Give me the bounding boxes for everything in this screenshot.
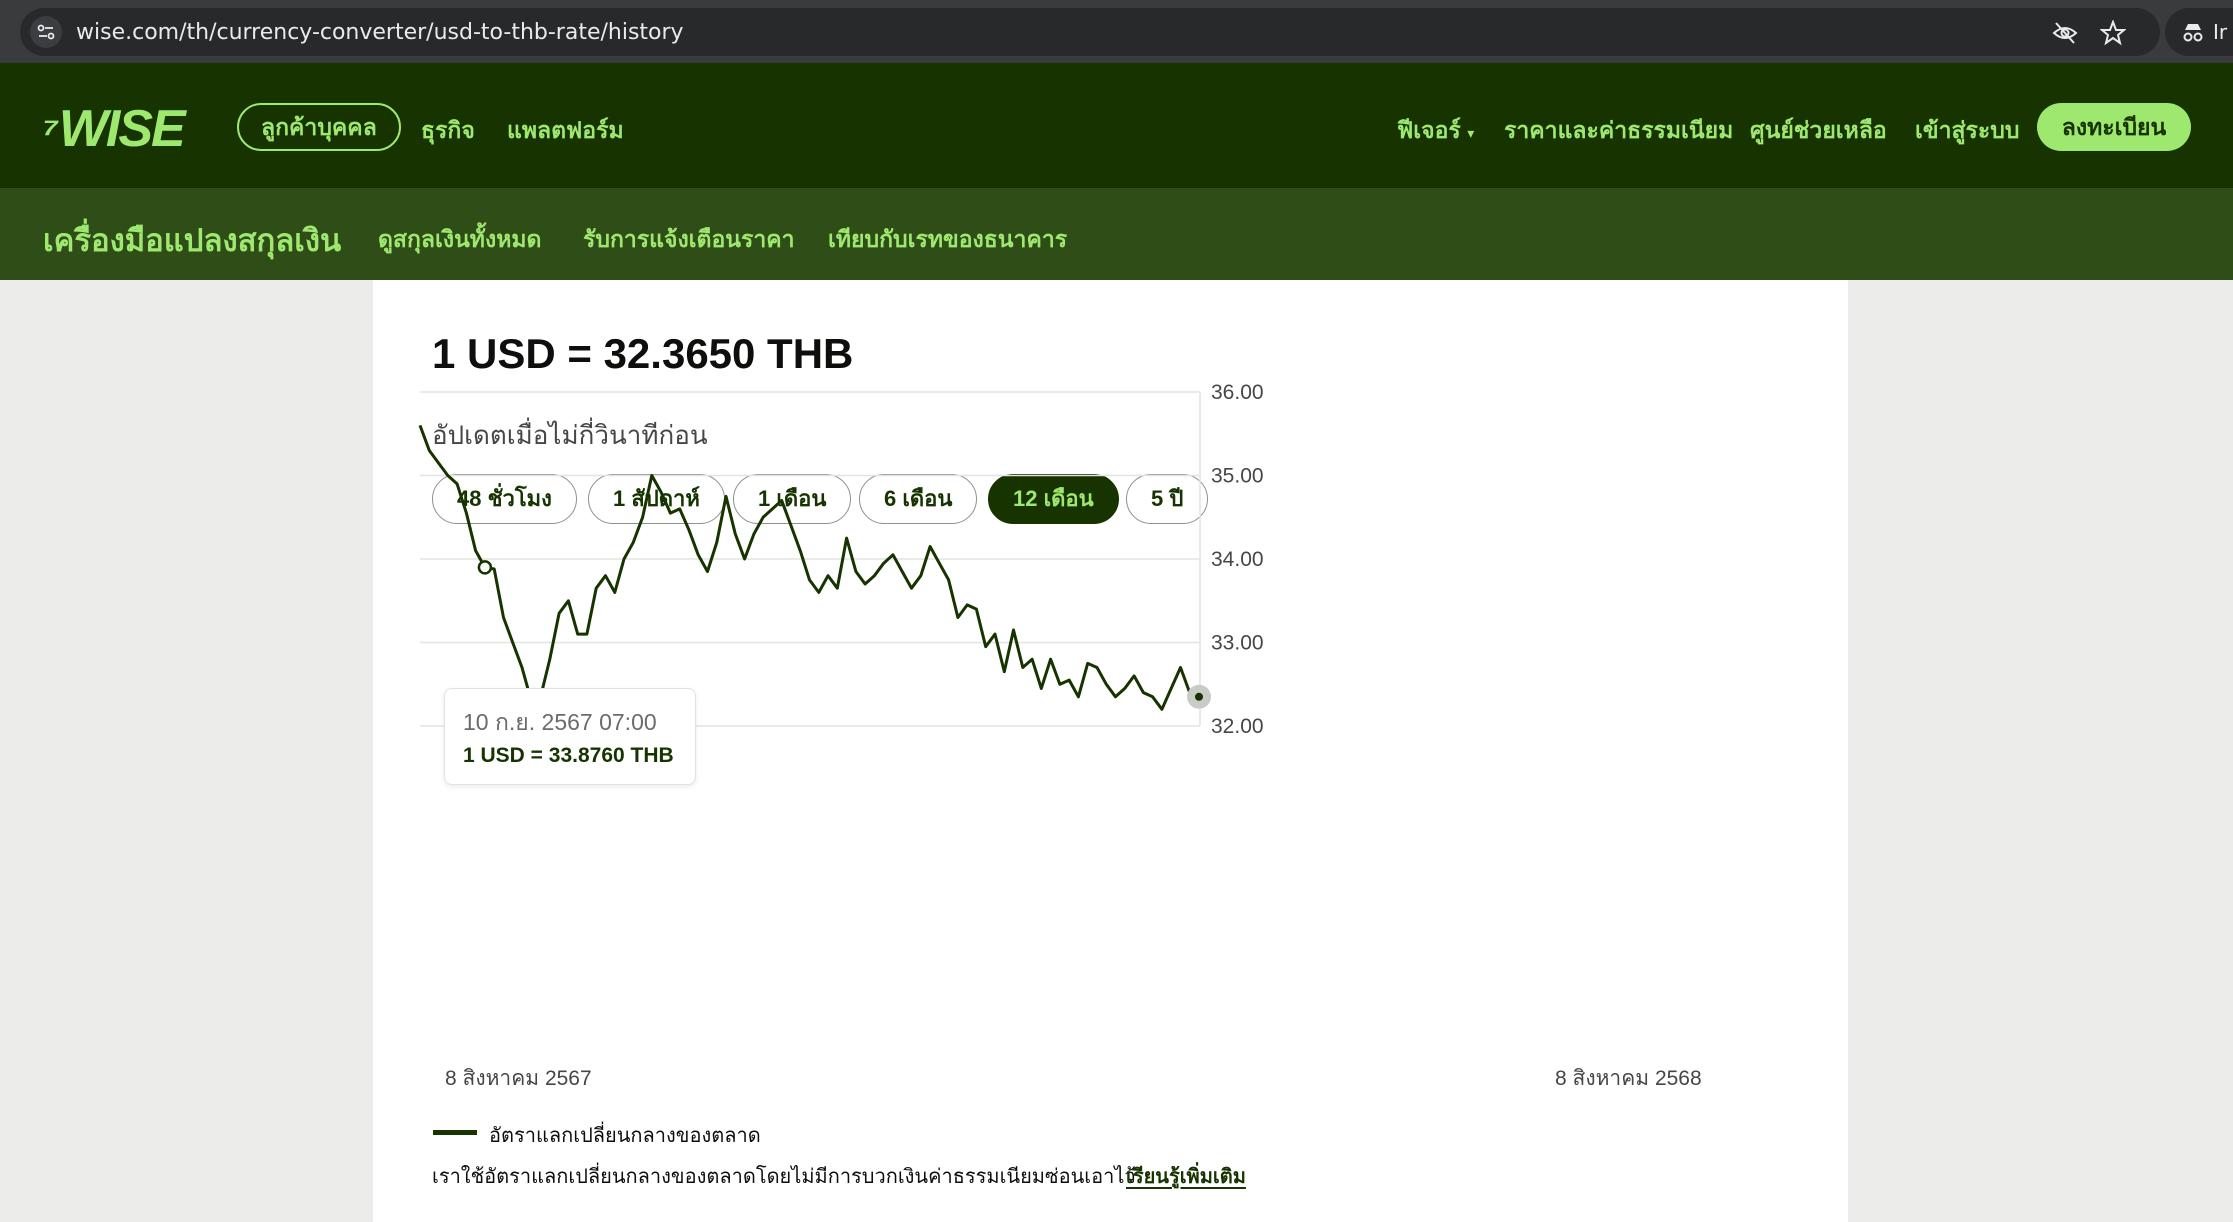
subnav-all-currencies[interactable]: ดูสกุลเงินทั้งหมด [378,222,541,258]
incognito-icon [2181,20,2205,49]
tooltip-value: 1 USD = 33.8760 THB [463,744,674,767]
nav-features-label: ฟีเจอร์ [1397,117,1461,143]
y-tick-label: 36.00 [1211,381,1264,404]
nav-personal[interactable]: ลูกค้าบุคคล [237,103,401,151]
rate-chart[interactable]: 36.00 35.00 34.00 33.00 32.00 [373,280,1848,1060]
url-text[interactable]: wise.com/th/currency-converter/usd-to-th… [76,20,684,45]
nav-login[interactable]: เข้าสู่ระบบ [1915,113,2019,149]
subnav-rate-alerts[interactable]: รับการแจ้งเตือนราคา [583,222,795,258]
wise-logo[interactable]: ⁷WISE [42,99,186,159]
y-tick-label: 32.00 [1211,715,1264,738]
learn-more-link[interactable]: เรียนรู้เพิ่มเติม [1126,1160,1246,1192]
profile-button[interactable]: Ir [2165,8,2233,56]
nav-business[interactable]: ธุรกิจ [421,113,475,149]
converter-title[interactable]: เครื่องมือแปลงสกุลเงิน [43,215,341,265]
nav-features[interactable]: ฟีเจอร์ ▾ [1397,113,1474,149]
main-navigation: ⁷WISE ลูกค้าบุคคล ธุรกิจ แพลตฟอร์ม ฟีเจอ… [0,63,2233,188]
hover-point-marker [477,560,493,575]
legend-swatch [433,1130,477,1135]
rate-series-line [418,424,1200,711]
nav-pricing[interactable]: ราคาและค่าธรรมเนียม [1504,113,1733,149]
y-tick-label: 33.00 [1211,632,1264,655]
chart-tooltip: 10 ก.ย. 2567 07:00 1 USD = 33.8760 THB [444,688,696,785]
legend-label: อัตราแลกเปลี่ยนกลางของตลาด [489,1125,761,1147]
site-info-icon[interactable] [30,16,62,48]
profile-label: Ir [2213,20,2228,44]
subnav-compare-banks[interactable]: เทียบกับเรทของธนาคาร [828,222,1067,258]
browser-toolbar: wise.com/th/currency-converter/usd-to-th… [0,0,2233,63]
mid-market-note: เราใช้อัตราแลกเปลี่ยนกลางของตลาดโดยไม่มี… [432,1166,1136,1188]
converter-subnav: เครื่องมือแปลงสกุลเงิน ดูสกุลเงินทั้งหมด… [0,188,2233,280]
eye-off-icon[interactable] [2052,20,2078,46]
address-bar[interactable]: wise.com/th/currency-converter/usd-to-th… [20,8,2160,56]
x-axis-end-label: 8 สิงหาคม 2568 [1555,1067,1702,1090]
bookmark-star-icon[interactable] [2099,19,2127,46]
nav-help[interactable]: ศูนย์ช่วยเหลือ [1750,113,1887,149]
x-axis-start-label: 8 สิงหาคม 2567 [445,1067,592,1090]
tooltip-date: 10 ก.ย. 2567 07:00 [463,709,657,735]
signup-button[interactable]: ลงทะเบียน [2037,103,2191,151]
nav-platform[interactable]: แพลตฟอร์ม [507,113,624,149]
latest-point-marker [1195,692,1203,701]
chevron-down-icon: ▾ [1467,125,1475,141]
rate-history-card: 1 USD = 32.3650 THB อัปเดตเมื่อไม่กี่วิน… [373,280,1848,1222]
wise-flag-icon: ⁷ [42,107,59,156]
y-tick-label: 34.00 [1211,548,1264,571]
y-tick-label: 35.00 [1211,465,1264,488]
